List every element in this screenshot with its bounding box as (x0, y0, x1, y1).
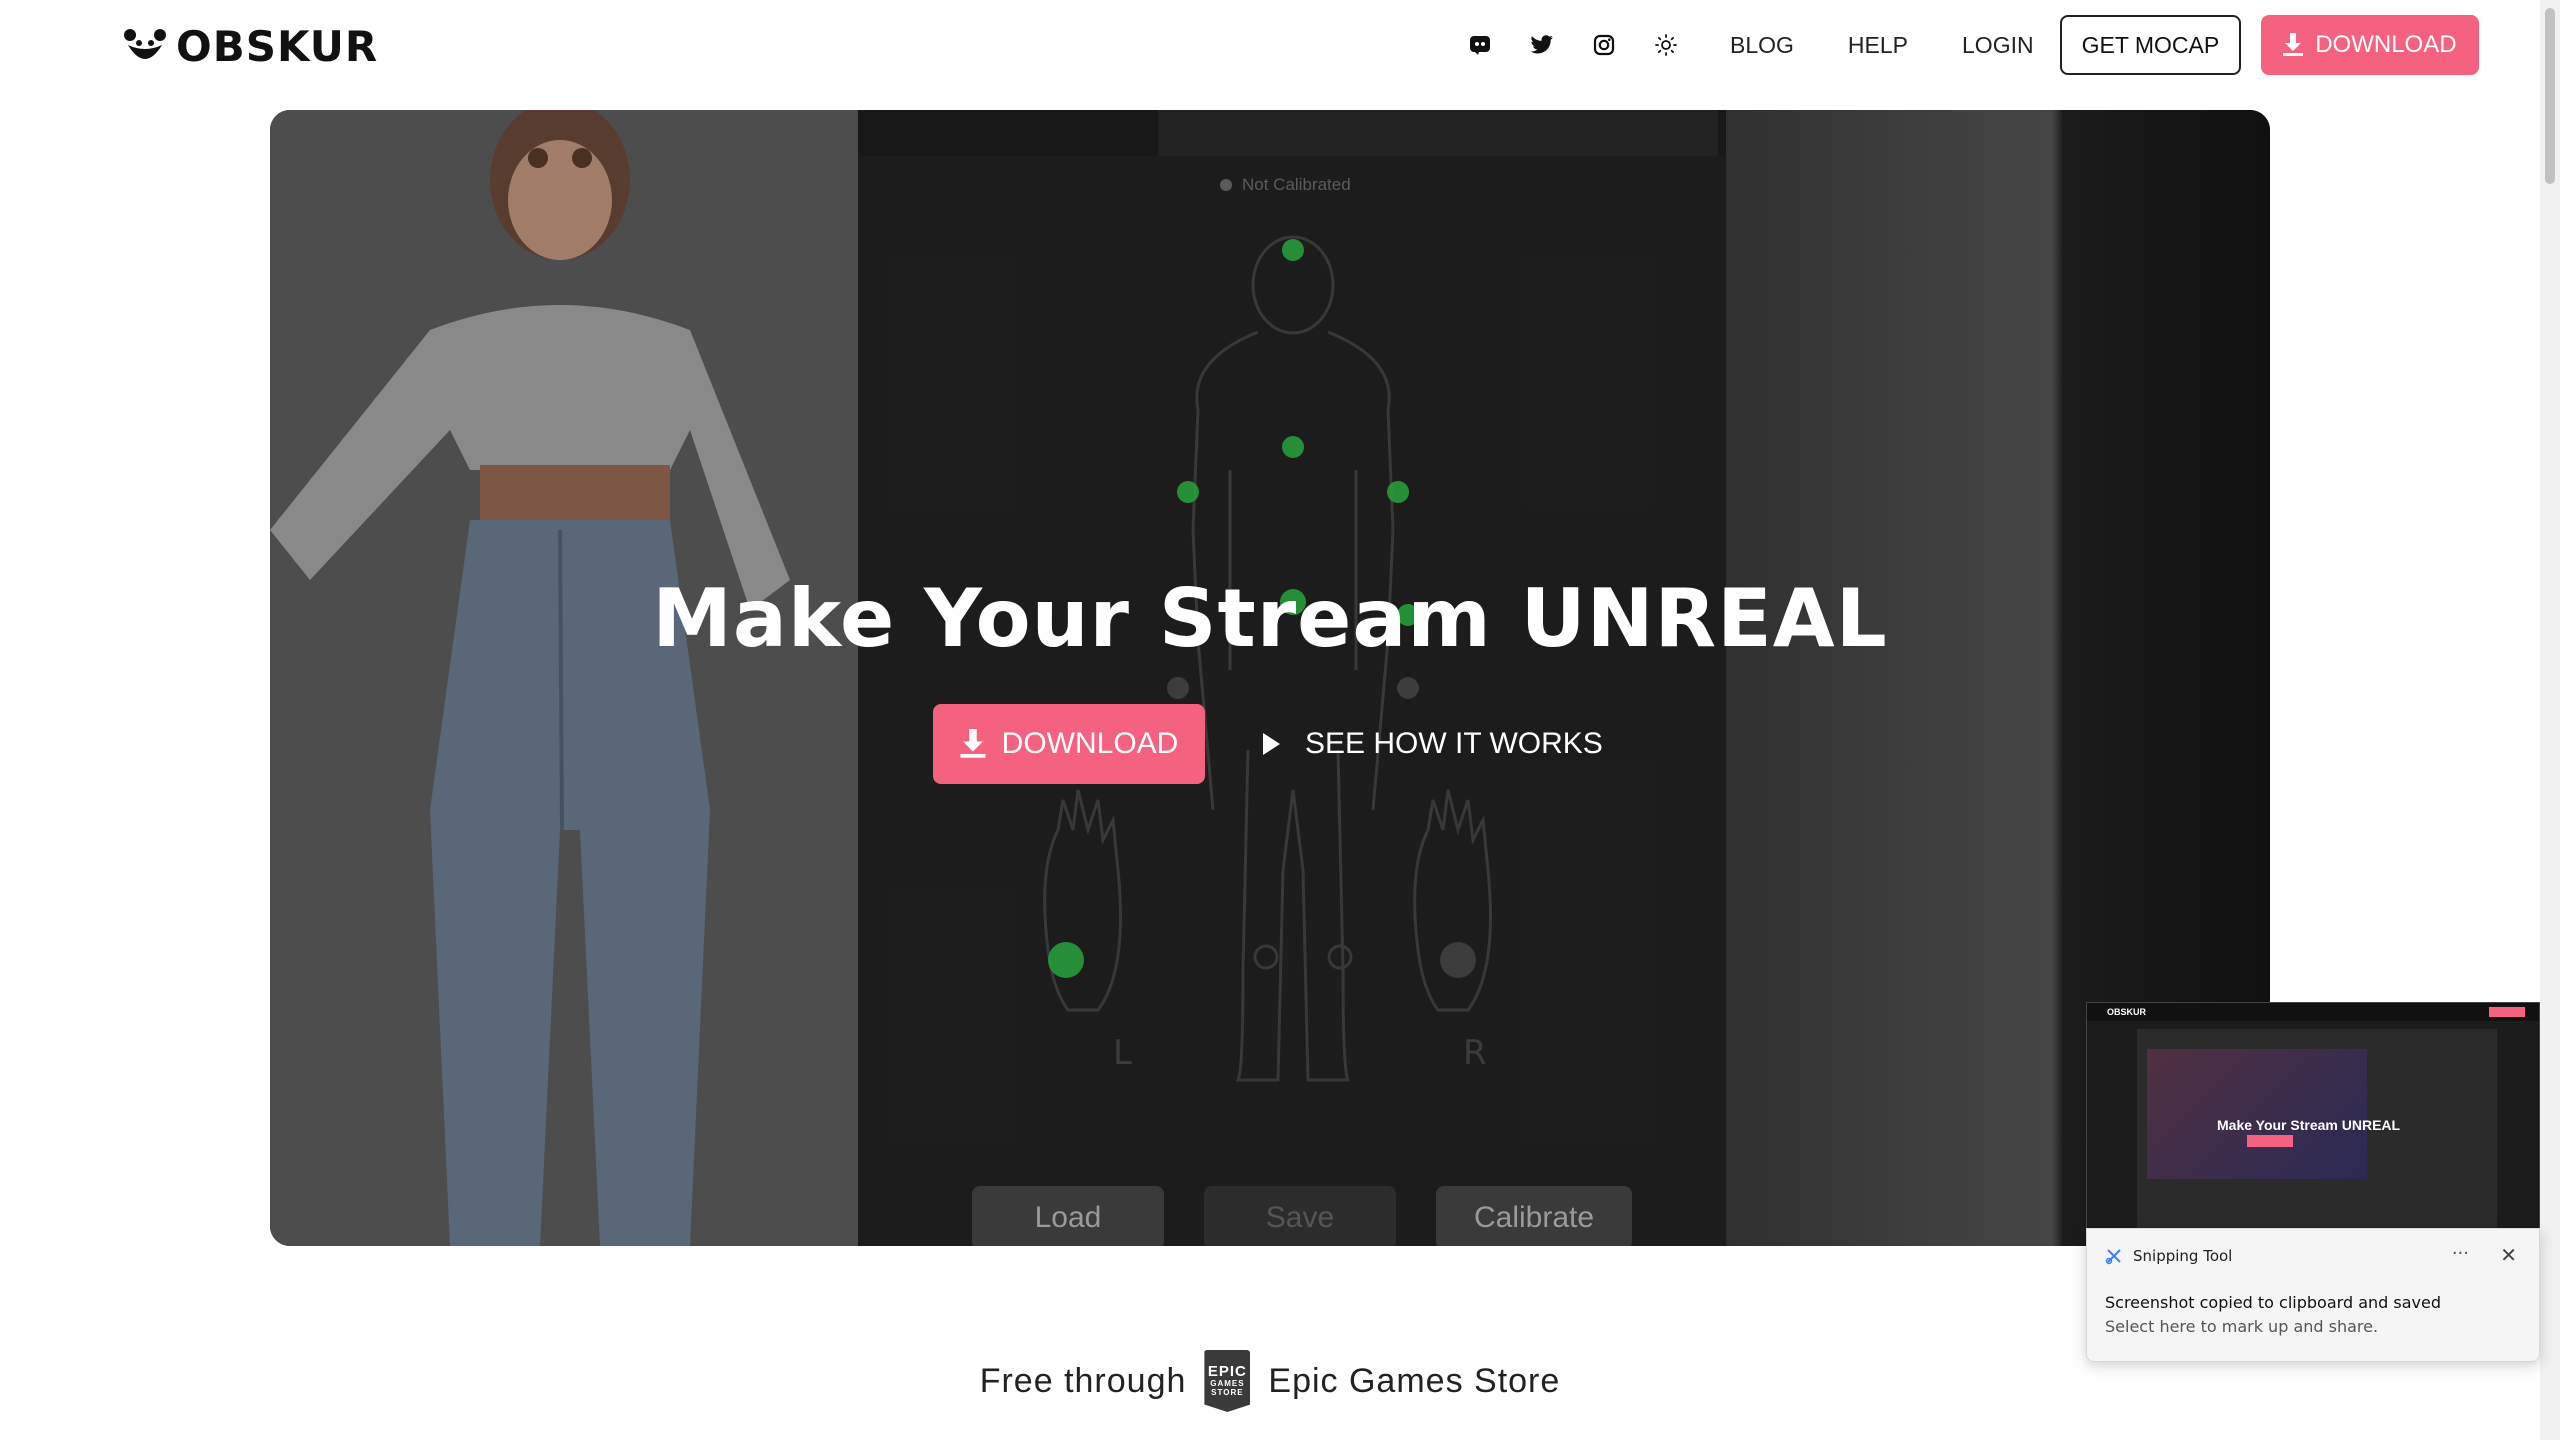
nav-link-help[interactable]: HELP (1848, 32, 1908, 59)
see-how-it-works-label: SEE HOW IT WORKS (1305, 727, 1603, 760)
scrollbar-thumb[interactable] (2545, 8, 2555, 184)
play-icon (1263, 733, 1280, 755)
thumb-title: Make Your Stream UNREAL (2217, 1117, 2401, 1133)
nav-link-blog[interactable]: BLOG (1730, 32, 1794, 59)
toast-message: Screenshot copied to clipboard and saved (2105, 1293, 2441, 1312)
twitter-icon[interactable] (1522, 25, 1562, 65)
epic-games-logo[interactable]: EPIC GAMES STORE (1204, 1350, 1251, 1412)
hero-download-label: DOWNLOAD (1001, 727, 1179, 760)
page-scrollbar[interactable] (2540, 0, 2560, 1440)
header-download-button[interactable]: DOWNLOAD (2261, 15, 2479, 75)
more-options-icon[interactable]: ··· (2452, 1243, 2469, 1264)
nav-link-login[interactable]: LOGIN (1962, 32, 2034, 59)
site-header: OBSKUR BLOG HELP LOGIN GET MOCAP DOWNLOA… (0, 0, 2540, 92)
calibration-status-text: Not Calibrated (1242, 175, 1351, 194)
hero-banner: L R Not Calibrated Load Save Calibrate M… (270, 110, 2270, 1246)
close-icon[interactable]: ✕ (2500, 1243, 2517, 1267)
hero-download-button[interactable]: DOWNLOAD (933, 704, 1205, 784)
snipping-tool-toast[interactable]: Snipping Tool ··· ✕ Screenshot copied to… (2086, 1228, 2540, 1362)
logo-text: OBSKUR (176, 22, 379, 71)
hero-overlay (270, 110, 2270, 1246)
screenshot-thumbnail[interactable]: OBSKUR Make Your Stream UNREAL (2086, 1002, 2540, 1230)
logo[interactable]: OBSKUR (124, 22, 378, 71)
epic-prefix: Free through (979, 1361, 1187, 1400)
snipping-tool-icon (2105, 1249, 2121, 1265)
app-calibrate-button: Calibrate (1436, 1186, 1632, 1246)
toast-header: Snipping Tool (2105, 1247, 2232, 1265)
logo-mark-icon (124, 28, 166, 59)
theme-toggle-icon[interactable] (1646, 25, 1686, 65)
hero-title: Make Your Stream UNREAL (652, 572, 1888, 665)
hero-actions: DOWNLOAD SEE HOW IT WORKS (933, 704, 1603, 784)
header-download-label: DOWNLOAD (2315, 31, 2457, 58)
main-nav: BLOG HELP LOGIN GET MOCAP DOWNLOAD (1460, 14, 2479, 76)
download-icon (2283, 33, 2304, 56)
instagram-icon[interactable] (1584, 25, 1624, 65)
download-icon (960, 729, 986, 758)
get-mocap-button[interactable]: GET MOCAP (2059, 15, 2242, 75)
status-dot-icon (1220, 179, 1232, 191)
thumb-download-badge (2489, 1007, 2525, 1017)
toast-subtext: Select here to mark up and share. (2105, 1317, 2379, 1336)
app-save-button: Save (1204, 1186, 1396, 1246)
epic-suffix[interactable]: Epic Games Store (1268, 1362, 1560, 1401)
calibration-status: Not Calibrated (1220, 175, 1351, 195)
toast-app-name: Snipping Tool (2133, 1247, 2233, 1265)
app-load-button: Load (972, 1186, 1164, 1246)
see-how-it-works-button[interactable]: SEE HOW IT WORKS (1261, 727, 1603, 761)
thumb-logo: OBSKUR (2107, 1007, 2147, 1017)
discord-icon[interactable] (1460, 25, 1500, 65)
